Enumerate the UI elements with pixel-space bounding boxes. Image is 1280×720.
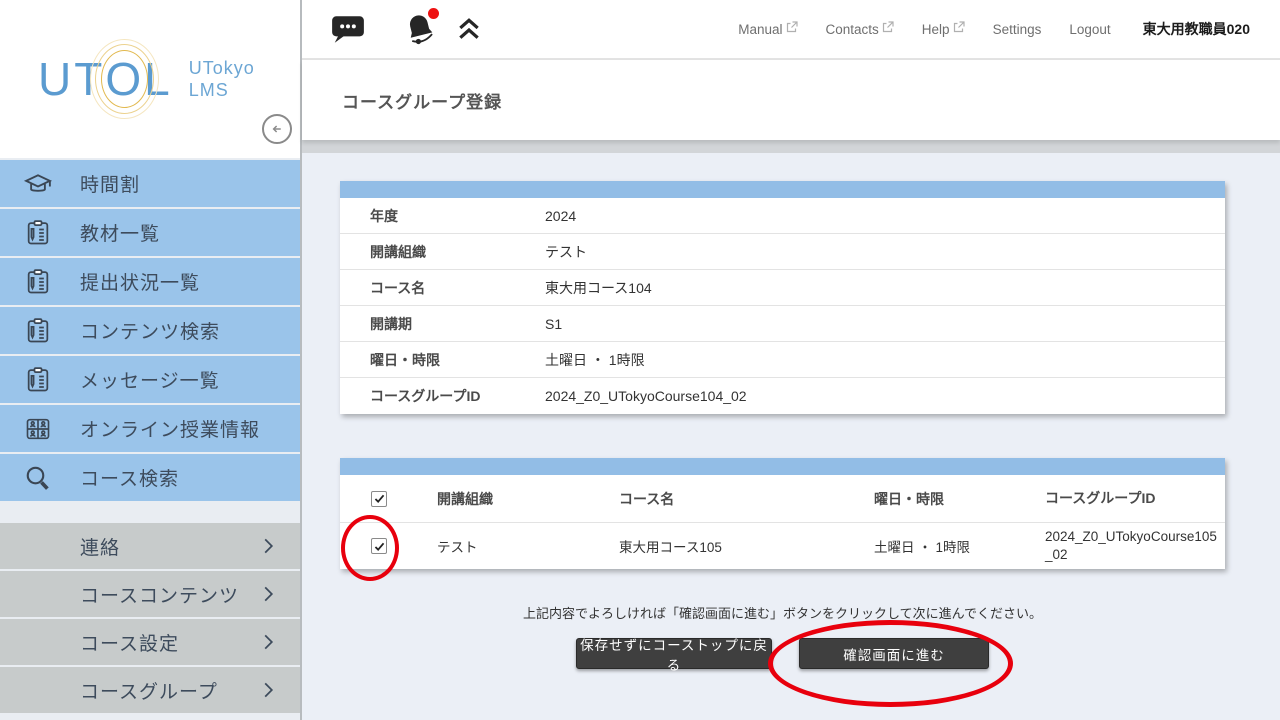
column-header: 曜日・時限 — [855, 489, 1026, 509]
table-row: コース名 東大用コース104 — [340, 270, 1225, 306]
sidebar-item-course-group[interactable]: コースグループ — [0, 667, 300, 713]
sidebar-group-label: 連絡 — [80, 533, 263, 560]
video-call-icon — [20, 412, 56, 446]
sidebar-item-label: コンテンツ検索 — [80, 317, 220, 344]
titlebar: コースグループ登録 — [302, 60, 1280, 140]
sidebar-item-messages[interactable]: メッセージ一覧 — [0, 356, 300, 403]
content: 年度 2024 開講組織 テスト コース名 東大用コース104 開講期 S1 曜… — [302, 153, 1280, 669]
link-manual[interactable]: Manual — [738, 22, 797, 37]
sidebar-item-course-contents[interactable]: コースコンテンツ — [0, 571, 300, 617]
checkmark-icon — [374, 542, 385, 551]
clipboard-icon — [20, 216, 56, 250]
external-link-icon — [786, 21, 798, 33]
external-link-icon — [882, 21, 894, 33]
sidebar-item-label: メッセージ一覧 — [80, 366, 220, 393]
sidebar-item-submissions[interactable]: 提出状況一覧 — [0, 258, 300, 305]
external-link-icon — [953, 21, 965, 33]
logo-area: UTOL UTokyoLMS — [0, 0, 300, 158]
table-header-bar — [340, 181, 1225, 198]
logo-subtext-1: UTokyo — [189, 58, 255, 78]
sidebar-group-label: コース設定 — [80, 629, 263, 656]
chevron-right-icon — [263, 633, 274, 651]
notifications-button[interactable] — [404, 12, 436, 46]
chat-icon — [330, 14, 366, 44]
user-name: 東大用教職員020 — [1143, 19, 1250, 39]
link-help[interactable]: Help — [922, 22, 965, 37]
sidebar-item-course-settings[interactable]: コース設定 — [0, 619, 300, 665]
utol-logo: UTOL UTokyoLMS — [38, 52, 255, 106]
cell-day: 土曜日 ・ 1時限 — [855, 536, 1026, 556]
sidebar-menu: 時間割 教材一覧 提出状況一覧 コンテンツ検索 メッセージ一覧 — [0, 160, 300, 501]
logo-text-o: O — [105, 53, 144, 105]
double-chevron-up-icon — [456, 17, 482, 41]
select-all-checkbox[interactable] — [371, 491, 387, 507]
course-select-table: 開講組織 コース名 曜日・時限 コースグループID テスト 東大用コース105 … — [340, 458, 1225, 569]
page-title: コースグループ登録 — [342, 88, 502, 113]
sidebar-item-content-search[interactable]: コンテンツ検索 — [0, 307, 300, 354]
table-row: 開講期 S1 — [340, 306, 1225, 342]
sidebar-item-timetable[interactable]: 時間割 — [0, 160, 300, 207]
graduation-cap-icon — [20, 167, 56, 201]
clipboard-icon — [20, 363, 56, 397]
table-row: テスト 東大用コース105 土曜日 ・ 1時限 2024_Z0_UTokyoCo… — [340, 523, 1225, 569]
table-header-row: 開講組織 コース名 曜日・時限 コースグループID — [340, 475, 1225, 523]
row-checkbox[interactable] — [371, 538, 387, 554]
topbar: Manual Contacts Help Settings Logout 東大用… — [302, 0, 1280, 60]
logo-text: UT — [38, 52, 105, 106]
chat-button[interactable] — [330, 14, 366, 44]
notification-badge — [428, 8, 439, 19]
instruction-text: 上記内容でよろしければ「確認画面に進む」ボタンをクリックして次に進んでください。 — [340, 603, 1225, 622]
collapse-topbar-button[interactable] — [456, 17, 482, 41]
back-without-save-button[interactable]: 保存せずにコーストップに戻る — [576, 638, 772, 669]
column-header: コース名 — [600, 489, 855, 509]
cell-org: テスト — [418, 536, 600, 556]
cell-group-id: 2024_Z0_UTokyoCourse105_02 — [1026, 528, 1225, 564]
logo-subtext-2: LMS — [189, 80, 229, 100]
link-logout[interactable]: Logout — [1069, 22, 1110, 37]
column-header: 開講組織 — [418, 489, 600, 509]
link-contacts[interactable]: Contacts — [826, 22, 894, 37]
cell-name: 東大用コース105 — [600, 536, 855, 556]
proceed-confirm-button[interactable]: 確認画面に進む — [799, 638, 989, 669]
table-row: 開講組織 テスト — [340, 234, 1225, 270]
sidebar-groups: 連絡 コースコンテンツ コース設定 コースグループ — [0, 523, 300, 713]
table-header-bar — [340, 458, 1225, 475]
topbar-links: Manual Contacts Help Settings Logout 東大用… — [738, 19, 1280, 39]
sidebar-item-materials[interactable]: 教材一覧 — [0, 209, 300, 256]
sidebar-item-course-search[interactable]: コース検索 — [0, 454, 300, 501]
sidebar-item-online-class[interactable]: オンライン授業情報 — [0, 405, 300, 452]
sidebar-item-label: コース検索 — [80, 464, 179, 491]
main-area: Manual Contacts Help Settings Logout 東大用… — [302, 0, 1280, 720]
sidebar-item-label: 時間割 — [80, 170, 140, 197]
sidebar: UTOL UTokyoLMS 時間割 教材一覧 提出状況一覧 — [0, 0, 302, 720]
back-arrow-icon — [268, 120, 286, 138]
table-row: コースグループID 2024_Z0_UTokyoCourse104_02 — [340, 378, 1225, 414]
search-icon — [20, 461, 56, 495]
column-header: コースグループID — [1026, 489, 1225, 508]
table-row: 曜日・時限 土曜日 ・ 1時限 — [340, 342, 1225, 378]
sidebar-group-label: コースコンテンツ — [80, 581, 263, 608]
sidebar-item-label: オンライン授業情報 — [80, 415, 260, 442]
sidebar-item-label: 提出状況一覧 — [80, 268, 200, 295]
checkmark-icon — [374, 494, 385, 503]
button-row: 保存せずにコーストップに戻る 確認画面に進む — [340, 638, 1225, 669]
clipboard-icon — [20, 265, 56, 299]
table-row: 年度 2024 — [340, 198, 1225, 234]
sidebar-section-gap — [0, 503, 300, 523]
course-detail-table: 年度 2024 開講組織 テスト コース名 東大用コース104 開講期 S1 曜… — [340, 181, 1225, 414]
link-settings[interactable]: Settings — [993, 22, 1042, 37]
chevron-right-icon — [263, 585, 274, 603]
clipboard-icon — [20, 314, 56, 348]
sidebar-collapse-button[interactable] — [262, 114, 292, 144]
sidebar-item-label: 教材一覧 — [80, 219, 160, 246]
logo-text: L — [144, 52, 173, 106]
titlebar-shadow-strip — [302, 140, 1280, 153]
sidebar-group-label: コースグループ — [80, 677, 263, 704]
chevron-right-icon — [263, 537, 274, 555]
chevron-right-icon — [263, 681, 274, 699]
sidebar-item-contact[interactable]: 連絡 — [0, 523, 300, 569]
